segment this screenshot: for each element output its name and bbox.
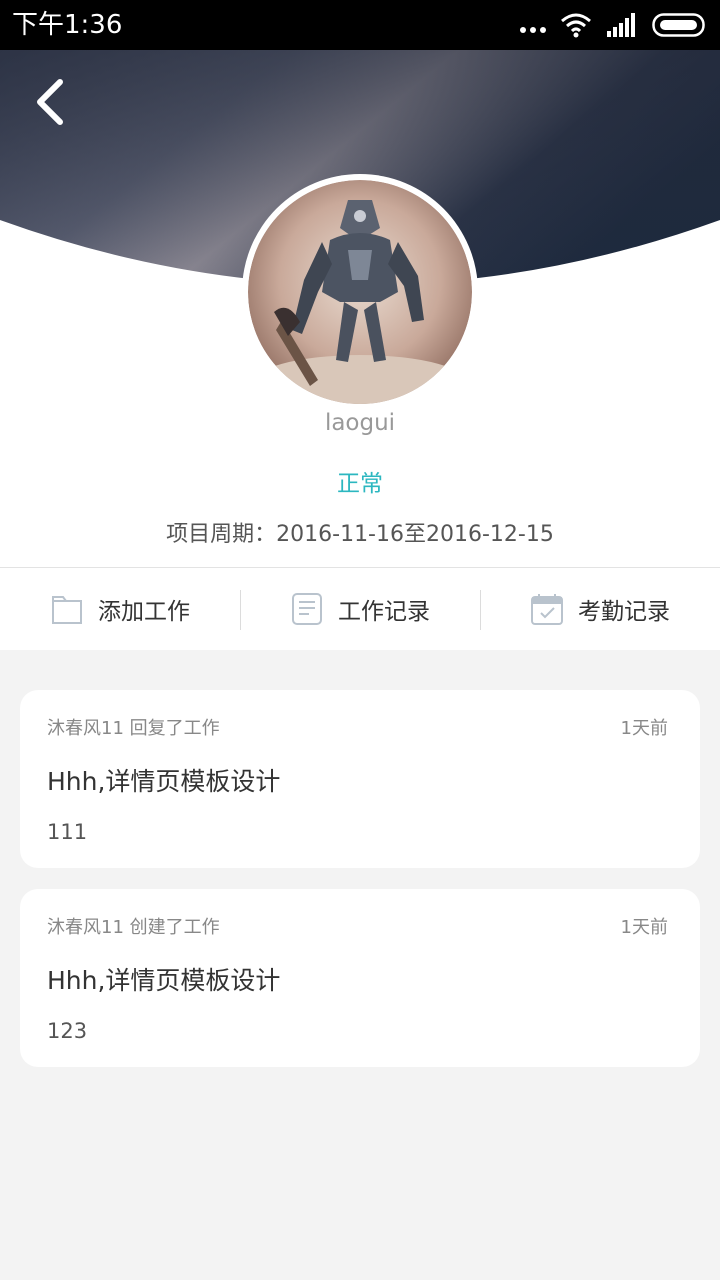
avatar-image	[248, 180, 472, 415]
username: laogui	[324, 410, 396, 436]
work-records-button[interactable]: 工作记录	[240, 568, 480, 650]
chevron-left-icon	[37, 79, 63, 125]
wifi-icon	[561, 13, 591, 38]
battery-icon	[652, 13, 705, 37]
attendance-records-label: 考勤记录	[578, 599, 670, 625]
more-dots-icon	[520, 27, 546, 33]
add-work-button[interactable]: 添加工作	[0, 568, 240, 650]
add-work-label: 添加工作	[98, 599, 190, 625]
status-bar: 下午1:36	[0, 0, 720, 50]
project-period: 项目周期：2016-11-16至2016-12-15	[166, 522, 554, 547]
card-title: Hhh,详情页模板设计	[47, 966, 281, 995]
card-time: 1天前	[620, 917, 668, 938]
attendance-records-button[interactable]: 考勤记录	[480, 568, 720, 650]
action-bar: 添加工作 工作记录 考勤记录	[0, 567, 720, 650]
signal-icon	[607, 13, 635, 37]
feed-card[interactable]: 沐春风11 回复了工作 1天前 Hhh,详情页模板设计 111	[20, 690, 700, 868]
work-records-label: 工作记录	[338, 599, 430, 625]
status-time: 下午1:36	[12, 10, 123, 40]
card-title: Hhh,详情页模板设计	[47, 767, 281, 796]
feed-card[interactable]: 沐春风11 创建了工作 1天前 Hhh,详情页模板设计 123	[20, 889, 700, 1067]
card-body: 111	[47, 820, 88, 844]
calendar-check-icon	[531, 594, 563, 625]
back-button[interactable]	[28, 74, 78, 130]
card-meta: 沐春风11 回复了工作	[47, 718, 220, 739]
card-time: 1天前	[620, 718, 668, 739]
profile-header: laogui 正常 项目周期：2016-11-16至2016-12-15	[0, 50, 720, 568]
folder-icon	[52, 596, 82, 624]
card-meta: 沐春风11 创建了工作	[47, 917, 220, 938]
status-icons	[520, 10, 708, 40]
avatar[interactable]	[242, 174, 478, 415]
status-label: 正常	[337, 471, 383, 497]
document-icon	[292, 593, 322, 625]
card-body: 123	[47, 1019, 88, 1043]
